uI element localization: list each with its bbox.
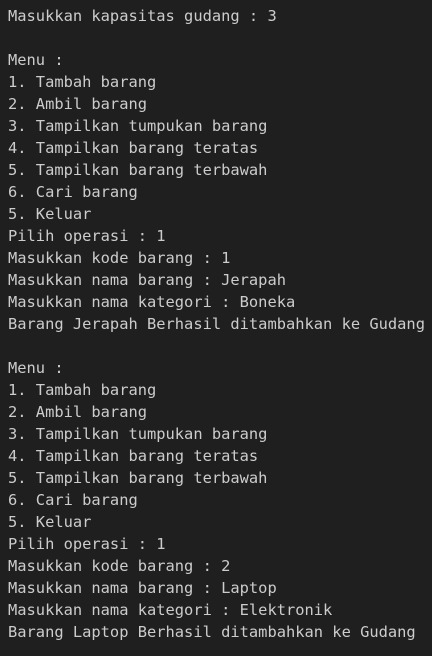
output-line: 5. Keluar [8,513,92,531]
output-line: Menu : [8,359,64,377]
output-line: Masukkan nama barang : Laptop [8,579,277,597]
output-line: 2. Ambil barang [8,403,147,421]
output-line: 5. Tampilkan barang terbawah [8,161,268,179]
output-line: 5. Keluar [8,205,92,223]
output-line: Pilih operasi : 1 [8,535,166,553]
output-line: 4. Tampilkan barang teratas [8,447,259,465]
output-line: Masukkan nama kategori : Elektronik [8,601,333,619]
output-line: Pilih operasi : 1 [8,227,166,245]
output-line: Masukkan kode barang : 2 [8,557,231,575]
output-line: Masukkan nama kategori : Boneka [8,293,296,311]
output-line: 4. Tampilkan barang teratas [8,139,259,157]
output-line: Menu : [8,51,64,69]
output-line: 3. Tampilkan tumpukan barang [8,117,268,135]
terminal-output[interactable]: Masukkan kapasitas gudang : 3 Menu : 1. … [0,0,432,656]
output-line: 6. Cari barang [8,491,138,509]
output-line: Barang Jerapah Berhasil ditambahkan ke G… [8,315,425,333]
output-line: Barang Laptop Berhasil ditambahkan ke Gu… [8,623,416,641]
output-line: Masukkan kapasitas gudang : 3 [8,7,277,25]
output-line: 6. Cari barang [8,183,138,201]
output-line: 1. Tambah barang [8,73,157,91]
output-line: 1. Tambah barang [8,381,157,399]
output-line: 2. Ambil barang [8,95,147,113]
output-line: Masukkan kode barang : 1 [8,249,231,267]
output-line: Masukkan nama barang : Jerapah [8,271,286,289]
output-line: 5. Tampilkan barang terbawah [8,469,268,487]
output-line: 3. Tampilkan tumpukan barang [8,425,268,443]
